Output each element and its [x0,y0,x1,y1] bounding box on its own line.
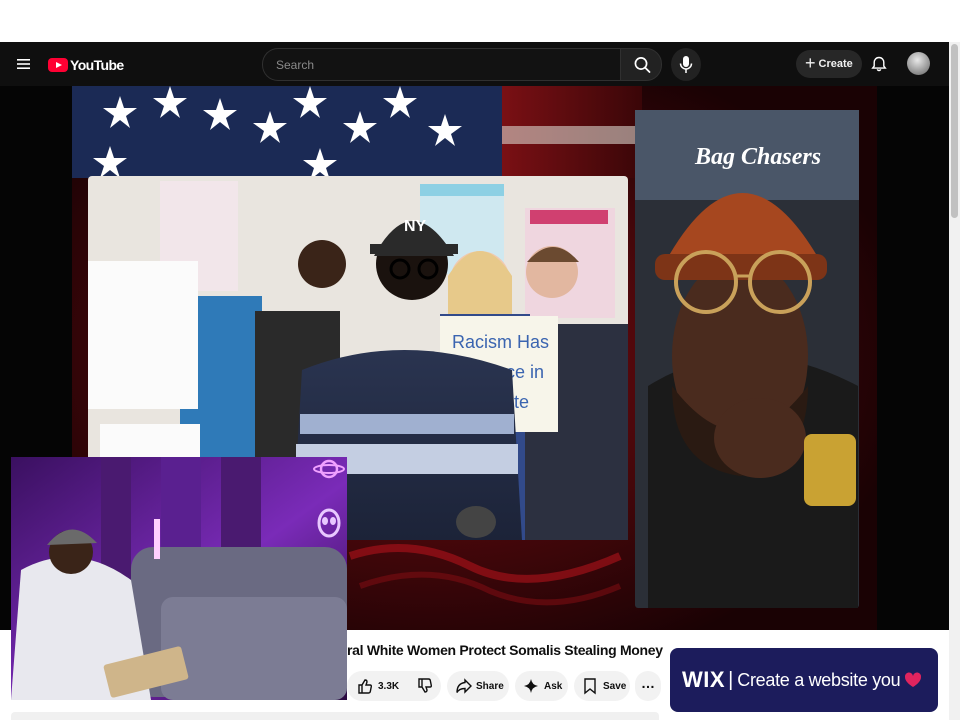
description-box-edge [11,712,659,720]
more-icon: … [641,675,655,691]
scrollbar-thumb[interactable] [951,44,958,218]
video-title: ral White Women Protect Somalis Stealing… [347,642,663,658]
youtube-logo[interactable]: YouTube [48,56,124,74]
more-actions-button[interactable]: … [635,671,661,701]
search-input[interactable] [274,56,608,74]
ask-label: Ask [544,680,563,692]
cap-logo-text: NY [404,218,427,235]
share-icon [456,678,472,694]
avatar[interactable] [907,52,930,75]
pip-webcam-overlay [11,457,347,700]
create-label: Create [818,58,853,70]
menu-icon[interactable] [16,56,32,72]
like-button[interactable]: 3.3K [347,671,409,701]
heart-icon [905,672,922,687]
ask-button[interactable]: Ask [515,671,568,701]
wix-ad-banner[interactable]: WIX | Create a website you [670,648,938,712]
bookmark-icon [584,678,596,695]
search-button[interactable] [620,48,662,81]
ad-text: Create a website you [737,669,901,690]
thumbs-down-icon [418,678,433,693]
blank-top-area [0,0,960,42]
youtube-logo-icon [48,58,68,72]
search-icon [634,57,651,73]
sign-line-1: Racism Has [452,332,549,352]
logo-text: YouTube [70,57,124,73]
thumbs-up-icon [358,679,373,694]
sparkle-icon [524,679,538,693]
ad-brand: WIX [682,667,726,692]
voice-search-button[interactable] [671,48,701,81]
dislike-button[interactable] [409,671,441,701]
share-label: Share [476,680,504,692]
commentator-frame: Bag Chasers [635,110,859,608]
bell-icon[interactable] [870,55,888,73]
save-button[interactable]: Save [574,671,630,701]
save-label: Save [603,680,627,692]
cap-brand-text: Bag Chasers [694,144,821,170]
plus-icon: + [805,53,816,73]
pip-scene [11,457,347,700]
create-button[interactable]: + Create [796,50,862,78]
like-count: 3.3K [378,680,400,692]
ad-separator: | [728,668,734,691]
mic-icon [679,56,693,73]
share-button[interactable]: Share [447,671,509,701]
